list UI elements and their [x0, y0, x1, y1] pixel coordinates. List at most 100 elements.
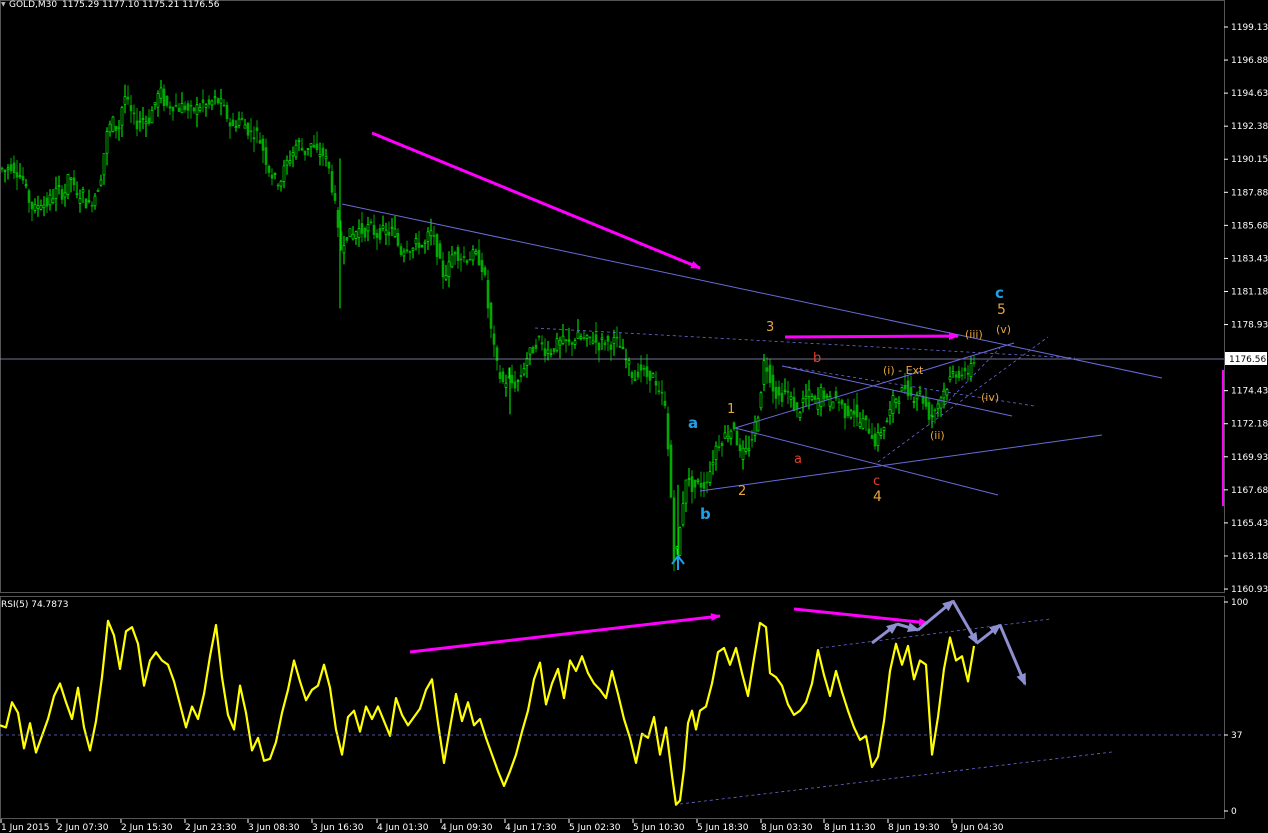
candle [123, 84, 127, 114]
candle [765, 357, 769, 384]
candle [759, 391, 763, 411]
candle [864, 415, 868, 431]
candle [411, 247, 415, 259]
candle [444, 264, 448, 281]
time-tick-label: 4 Jun 17:30 [505, 823, 557, 833]
candle [402, 248, 406, 263]
candle [582, 330, 586, 341]
candle [762, 354, 766, 392]
candle [774, 381, 778, 409]
candle [465, 259, 469, 266]
candle [810, 393, 814, 402]
candle [135, 108, 139, 137]
candle [933, 407, 937, 424]
dashed-level-top[interactable] [534, 327, 1076, 359]
candle [801, 390, 805, 413]
candle [747, 435, 751, 457]
candle [633, 369, 637, 381]
main-pane-frame [0, 0, 1225, 593]
candle [492, 325, 496, 358]
trendline-channel-upper[interactable] [734, 342, 1015, 429]
candle [450, 246, 454, 269]
candle [60, 185, 64, 205]
candle [192, 106, 196, 114]
candle [600, 332, 604, 350]
candle [249, 118, 253, 143]
time-tick-label: 2 Jun 07:30 [57, 823, 109, 833]
candle [591, 331, 595, 345]
candle [0, 166, 4, 173]
candle [324, 148, 328, 167]
wave-label-2: 2 [738, 484, 746, 499]
candle [510, 364, 514, 389]
candle [702, 472, 706, 498]
trendline-channel-lower[interactable] [734, 427, 999, 496]
rsi-line [0, 619, 976, 806]
candle [570, 341, 574, 356]
candle [42, 196, 46, 217]
candle [51, 189, 55, 205]
candle [555, 332, 559, 353]
candle [426, 227, 430, 251]
dashed-channel-diag-2[interactable] [931, 347, 1001, 419]
candle [906, 375, 910, 401]
candle [789, 391, 793, 408]
candle [798, 411, 802, 422]
candle [588, 336, 592, 346]
candle [369, 218, 373, 225]
candle [282, 159, 286, 189]
candle [963, 361, 967, 379]
candle [18, 163, 22, 179]
candle [222, 99, 226, 107]
candle [138, 111, 142, 132]
candle [816, 387, 820, 416]
trendline-upper-resistance[interactable] [341, 203, 1163, 379]
candle [843, 402, 847, 430]
candle [960, 367, 964, 381]
rsi-tick-label: 100 [1231, 598, 1248, 608]
candle [390, 218, 394, 237]
candle [828, 390, 832, 412]
candle [321, 143, 325, 167]
candle [210, 99, 214, 111]
candle [753, 415, 757, 442]
candle [852, 398, 856, 427]
candle [177, 102, 181, 112]
wave-label-i-ext: (i) - Ext [883, 364, 924, 377]
candle [69, 176, 73, 193]
candle [75, 181, 79, 199]
candle [240, 111, 244, 121]
candle [501, 367, 505, 384]
candle [819, 383, 823, 417]
candle [174, 93, 178, 108]
candle [96, 188, 100, 192]
symbol-dropdown-icon[interactable]: ▼ [1, 1, 6, 8]
candle [297, 137, 301, 152]
candle [6, 164, 10, 180]
rsi-dashed-upper[interactable] [819, 618, 1051, 649]
candle [516, 379, 520, 392]
candle [63, 183, 67, 207]
candle [15, 160, 19, 191]
candle [870, 423, 874, 439]
dashed-channel-diag-1[interactable] [877, 336, 1049, 463]
candle [861, 409, 865, 430]
candle [696, 478, 700, 485]
candle [603, 339, 607, 351]
candle [729, 429, 733, 446]
candle [840, 398, 844, 409]
candle [12, 155, 16, 180]
price-tick-label: 1190.15 [1231, 155, 1268, 165]
rsi-dashed-lower[interactable] [679, 751, 1113, 805]
candle [519, 364, 523, 383]
candle [27, 188, 31, 213]
trendline-lower-support[interactable] [699, 434, 1103, 492]
candle [618, 332, 622, 348]
price-axis: 1199.13 1196.88 1194.63 1192.38 1190.15 1187.… [1224, 23, 1268, 817]
candle [219, 88, 223, 116]
candle [81, 186, 85, 204]
price-tick-label: 1194.63 [1231, 89, 1268, 99]
candle [681, 491, 685, 527]
candle [132, 104, 136, 125]
candle [795, 402, 799, 418]
